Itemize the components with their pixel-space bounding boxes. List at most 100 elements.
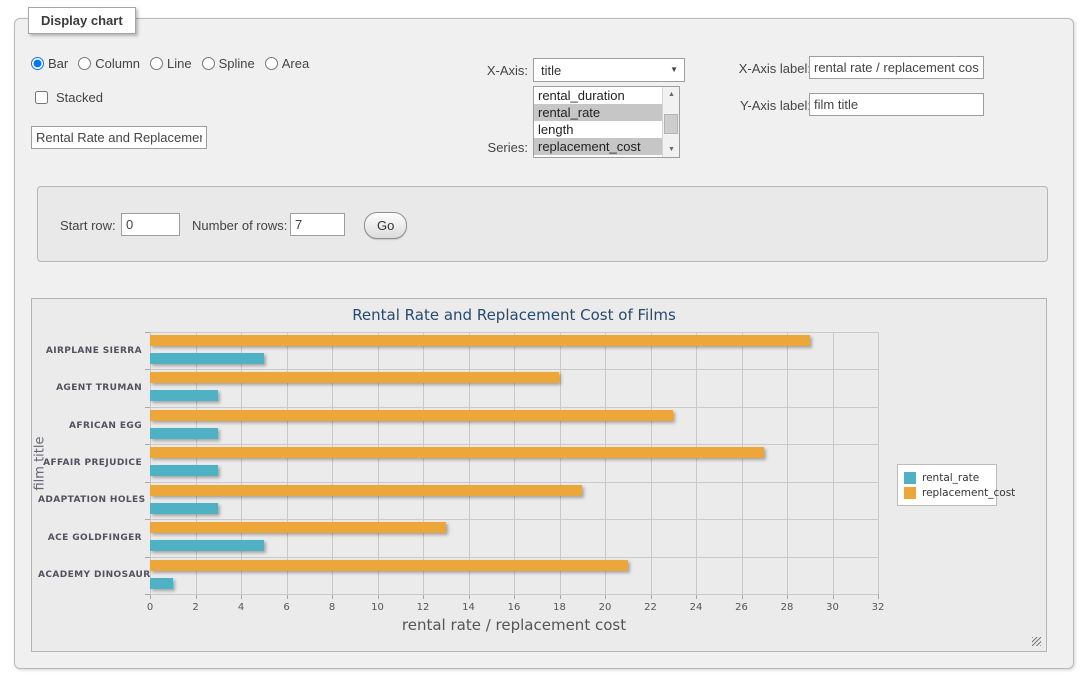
chart-type-radio-area[interactable]: [265, 57, 278, 70]
series-option-replacement_cost[interactable]: replacement_cost: [534, 138, 662, 155]
x-tick-label: 4: [224, 602, 258, 613]
y-axis-label-caption: Y-Axis label:: [701, 98, 811, 113]
gridline: [150, 594, 878, 595]
series-option-rental_rate[interactable]: rental_rate: [534, 104, 662, 121]
legend-item-replacement_cost[interactable]: replacement_cost: [904, 485, 990, 500]
bar-replacement_cost[interactable]: [150, 522, 446, 533]
resize-handle-icon[interactable]: [1032, 637, 1041, 646]
y-axis-tick: [145, 332, 150, 333]
start-row-input[interactable]: [121, 213, 180, 236]
x-axis-label-input[interactable]: [809, 56, 984, 79]
x-tick-label: 26: [725, 602, 759, 613]
chart-type-label: Area: [282, 56, 309, 71]
x-tick-label: 16: [497, 602, 531, 613]
bar-replacement_cost[interactable]: [150, 485, 582, 496]
y-axis-tick: [145, 519, 150, 520]
stacked-label[interactable]: Stacked: [56, 90, 103, 105]
gridline: [469, 332, 470, 594]
bar-replacement_cost[interactable]: [150, 560, 628, 571]
x-tick-label: 8: [315, 602, 349, 613]
chart-legend: rental_ratereplacement_cost: [897, 464, 997, 506]
legend-item-rental_rate[interactable]: rental_rate: [904, 470, 990, 485]
bar-rental_rate[interactable]: [150, 578, 173, 589]
legend-swatch: [904, 472, 916, 484]
y-axis-tick: [145, 407, 150, 408]
gridline: [605, 332, 606, 594]
legend-swatch: [904, 487, 916, 499]
gridline: [560, 332, 561, 594]
legend-label: rental_rate: [922, 472, 979, 484]
chart-type-radio-column[interactable]: [78, 57, 91, 70]
chart-type-option-area[interactable]: Area: [265, 56, 309, 71]
scrollbar-thumb[interactable]: [664, 114, 678, 134]
bar-rental_rate[interactable]: [150, 353, 264, 364]
chart-title-input[interactable]: [31, 126, 207, 149]
start-row-label: Start row:: [60, 218, 116, 233]
gridline: [150, 332, 151, 594]
stacked-row: Stacked: [31, 88, 103, 107]
chart-title: Rental Rate and Replacement Cost of Film…: [150, 306, 878, 324]
scroll-down-icon[interactable]: ▼: [663, 142, 680, 157]
bar-rental_rate[interactable]: [150, 465, 218, 476]
y-axis-tick: [145, 594, 150, 595]
chart-type-option-column[interactable]: Column: [78, 56, 140, 71]
x-axis-title: rental rate / replacement cost: [150, 616, 878, 634]
gridline: [150, 519, 878, 520]
bar-replacement_cost[interactable]: [150, 372, 559, 383]
gridline: [423, 332, 424, 594]
category-label: AFRICAN EGG: [38, 421, 142, 431]
bar-replacement_cost[interactable]: [150, 335, 810, 346]
chart-type-radio-line[interactable]: [150, 57, 163, 70]
bar-rental_rate[interactable]: [150, 503, 218, 514]
chart-panel: Rental Rate and Replacement Cost of Film…: [31, 298, 1047, 652]
dropdown-arrow-icon: ▼: [670, 65, 678, 74]
num-rows-label: Number of rows:: [192, 218, 287, 233]
bar-rental_rate[interactable]: [150, 540, 264, 551]
bar-replacement_cost[interactable]: [150, 447, 764, 458]
gridline: [378, 332, 379, 594]
series-listbox[interactable]: rental_durationrental_ratelengthreplacem…: [533, 86, 680, 158]
gridline: [514, 332, 515, 594]
chart-type-option-spline[interactable]: Spline: [202, 56, 255, 71]
series-option-rental_duration[interactable]: rental_duration: [534, 87, 662, 104]
y-axis-tick: [145, 444, 150, 445]
num-rows-input[interactable]: [290, 213, 345, 236]
scroll-up-icon[interactable]: ▲: [663, 87, 680, 102]
stacked-checkbox[interactable]: [35, 91, 48, 104]
gridline: [878, 332, 879, 594]
gridline: [150, 369, 878, 370]
bar-rental_rate[interactable]: [150, 428, 218, 439]
x-axis-tick: [878, 594, 879, 599]
category-label: AGENT TRUMAN: [38, 383, 142, 393]
y-axis-label-input[interactable]: [809, 93, 984, 116]
gridline: [150, 407, 878, 408]
x-tick-label: 28: [770, 602, 804, 613]
gridline: [651, 332, 652, 594]
series-options: rental_durationrental_ratelengthreplacem…: [534, 87, 662, 157]
y-axis-tick: [145, 369, 150, 370]
display-chart-fieldset: Display chart BarColumnLineSplineArea St…: [14, 18, 1074, 669]
fieldset-legend-title: Display chart: [28, 7, 136, 34]
chart-type-option-bar[interactable]: Bar: [31, 56, 68, 71]
bar-rental_rate[interactable]: [150, 390, 218, 401]
chart-type-radio-spline[interactable]: [202, 57, 215, 70]
category-label: ADAPTATION HOLES: [38, 495, 142, 505]
x-axis-select[interactable]: title ▼: [533, 58, 685, 82]
y-axis-tick: [145, 557, 150, 558]
chart-type-label: Spline: [219, 56, 255, 71]
series-select-label: Series:: [428, 140, 528, 155]
x-tick-label: 24: [679, 602, 713, 613]
gridline: [787, 332, 788, 594]
x-tick-label: 32: [861, 602, 895, 613]
series-scrollbar[interactable]: ▲ ▼: [662, 87, 679, 157]
chart-type-radio-bar[interactable]: [31, 57, 44, 70]
series-option-length[interactable]: length: [534, 121, 662, 138]
category-label: ACE GOLDFINGER: [38, 533, 142, 543]
go-button[interactable]: Go: [364, 212, 407, 239]
chart-type-option-line[interactable]: Line: [150, 56, 192, 71]
bar-replacement_cost[interactable]: [150, 410, 673, 421]
gridline: [150, 332, 878, 333]
x-tick-label: 30: [816, 602, 850, 613]
x-axis-selected-value: title: [541, 63, 561, 78]
x-tick-label: 6: [270, 602, 304, 613]
